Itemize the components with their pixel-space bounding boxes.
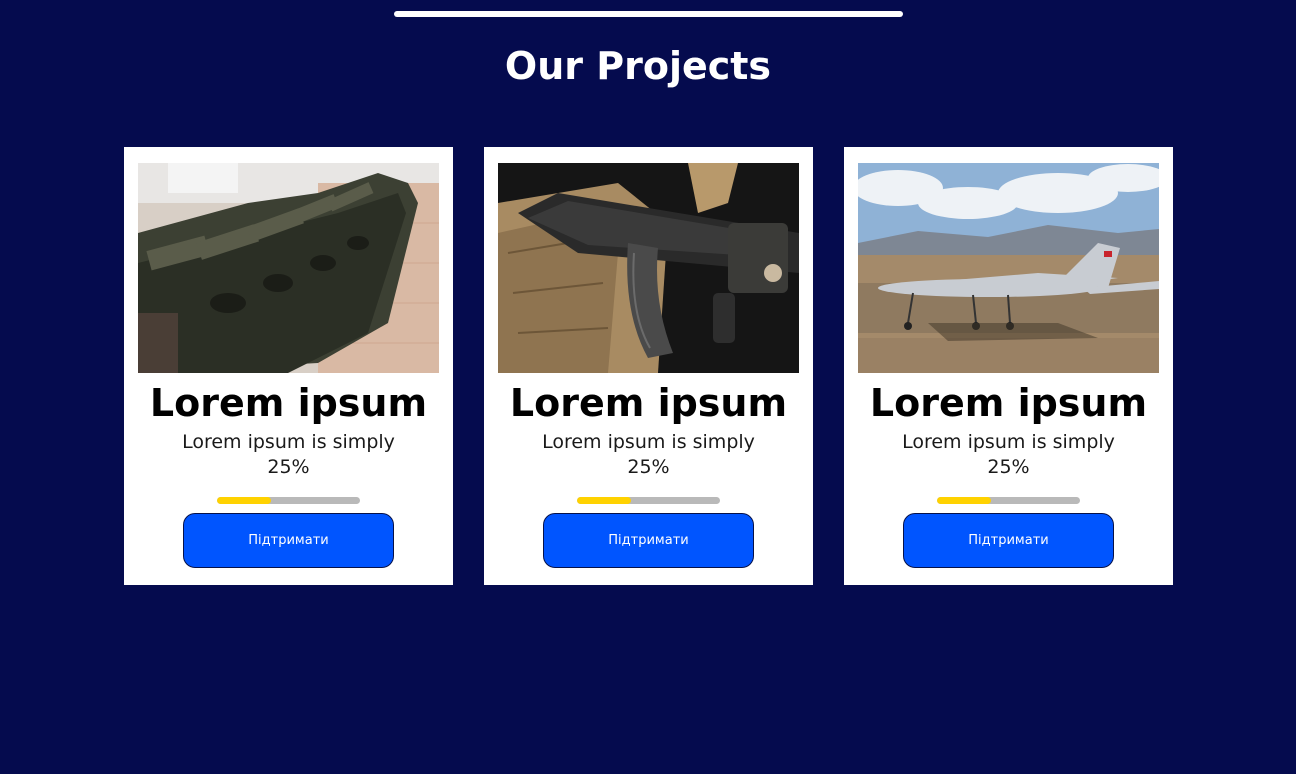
funding-progress-bar bbox=[937, 497, 1080, 504]
support-button[interactable]: Підтримати bbox=[543, 513, 754, 568]
project-title: Lorem ipsum bbox=[869, 381, 1148, 425]
project-description: Lorem ipsum is simply bbox=[182, 431, 395, 453]
support-button[interactable]: Підтримати bbox=[183, 513, 394, 568]
project-description: Lorem ipsum is simply bbox=[902, 431, 1115, 453]
project-card-1: Lorem ipsum Lorem ipsum is simply 25% Пі… bbox=[124, 147, 453, 585]
support-button[interactable]: Підтримати bbox=[903, 513, 1114, 568]
project-image-jerry-cans bbox=[138, 163, 439, 373]
top-divider-line bbox=[394, 11, 903, 17]
funding-progress-bar bbox=[577, 497, 720, 504]
funding-progress-fill bbox=[577, 497, 632, 504]
funding-progress-fill bbox=[217, 497, 272, 504]
project-title: Lorem ipsum bbox=[509, 381, 788, 425]
project-card-3: Lorem ipsum Lorem ipsum is simply 25% Пі… bbox=[844, 147, 1173, 585]
project-percent: 25% bbox=[267, 456, 310, 478]
project-card-2: Lorem ipsum Lorem ipsum is simply 25% Пі… bbox=[484, 147, 813, 585]
project-description: Lorem ipsum is simply bbox=[542, 431, 755, 453]
project-image-rifle-gear bbox=[498, 163, 799, 373]
project-percent: 25% bbox=[987, 456, 1030, 478]
funding-progress-fill bbox=[937, 497, 992, 504]
funding-progress-bar bbox=[217, 497, 360, 504]
project-image-drone-airfield bbox=[858, 163, 1159, 373]
project-percent: 25% bbox=[627, 456, 670, 478]
project-title: Lorem ipsum bbox=[149, 381, 428, 425]
section-title: Our Projects bbox=[504, 44, 772, 88]
